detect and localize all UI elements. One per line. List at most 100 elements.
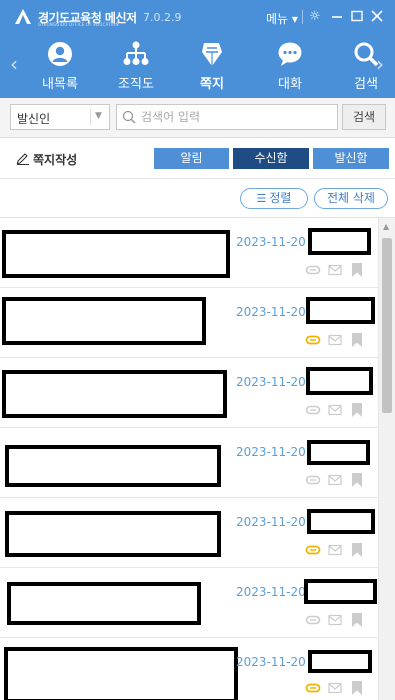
- main-nav: ‹ 내목록 조직도 쪽지 대화 검색 ›: [0, 32, 395, 98]
- message-row[interactable]: 2023-11-20: [0, 498, 378, 568]
- message-row-icons: [305, 472, 365, 488]
- nav-label: 조직도: [118, 77, 154, 92]
- list-scrollbar[interactable]: ▲: [378, 218, 395, 700]
- search-input[interactable]: [141, 108, 331, 126]
- message-row-icons: [305, 262, 365, 278]
- select-divider: [90, 109, 91, 125]
- delete-all-button[interactable]: 전체 삭제: [314, 188, 388, 209]
- message-date: 2023-11-20: [236, 655, 306, 669]
- tab-sent[interactable]: 발신함: [313, 148, 389, 169]
- message-row[interactable]: 2023-11-20: [0, 358, 378, 428]
- tab-inbox[interactable]: 수신함: [233, 148, 309, 169]
- message-sender-redacted: [306, 297, 375, 324]
- message-sender-redacted: [304, 579, 377, 604]
- note-toolbar: 쪽지작성 알림 수신함 발신함: [0, 139, 395, 179]
- pencil-icon: [16, 153, 29, 165]
- bookmark-icon[interactable]: [349, 332, 365, 348]
- bookmark-icon[interactable]: [349, 680, 365, 696]
- bookmark-icon[interactable]: [349, 402, 365, 418]
- message-row[interactable]: 2023-11-20: [0, 568, 378, 638]
- app-version: 7.0.2.9: [143, 11, 182, 24]
- nav-item-org-chart[interactable]: 조직도: [96, 40, 176, 92]
- sort-button[interactable]: ☰ 정렬: [240, 188, 308, 209]
- scroll-up-arrow-icon[interactable]: ▲: [383, 222, 389, 231]
- bookmark-icon[interactable]: [349, 262, 365, 278]
- attachment-icon: [305, 265, 321, 275]
- message-row-icons: [305, 402, 365, 418]
- scrollbar-thumb[interactable]: [382, 238, 392, 413]
- nav-label: 내목록: [42, 77, 78, 92]
- note-icon: [202, 43, 222, 66]
- sort-label: 정렬: [269, 191, 292, 205]
- attachment-icon: [305, 405, 321, 415]
- message-row[interactable]: 2023-11-20: [0, 428, 378, 498]
- message-subject-redacted: [2, 370, 227, 418]
- message-row[interactable]: 2023-11-20: [0, 218, 378, 288]
- message-date: 2023-11-20: [236, 585, 306, 599]
- message-sender-redacted: [308, 650, 372, 673]
- tab-notifications[interactable]: 알림: [154, 148, 229, 169]
- message-row[interactable]: 2023-11-20: [0, 288, 378, 358]
- nav-item-search[interactable]: 검색: [326, 40, 395, 92]
- message-list: 2023-11-20 2023-11-20 2023-11-20 2023-11…: [0, 218, 378, 700]
- message-subject-redacted: [4, 647, 238, 700]
- settings-gear-icon[interactable]: ☼: [309, 9, 321, 24]
- nav-item-chat[interactable]: 대화: [250, 40, 330, 92]
- message-date: 2023-11-20: [236, 445, 306, 459]
- nav-prev-arrow-icon[interactable]: ‹: [10, 52, 18, 76]
- envelope-icon: [328, 264, 342, 276]
- chevron-down-icon[interactable]: ▼: [95, 111, 102, 121]
- message-date: 2023-11-20: [236, 515, 306, 529]
- title-bar: 경기도교육청 메신저 GYEONGGIDO OFFICE OF EDUCATIO…: [0, 0, 395, 32]
- message-subject-redacted: [2, 297, 206, 345]
- message-date: 2023-11-20: [236, 375, 306, 389]
- envelope-icon: [328, 404, 342, 416]
- menu-button[interactable]: 메뉴 ▾: [266, 10, 298, 27]
- attachment-icon: [305, 545, 321, 555]
- attachment-icon: [305, 683, 321, 693]
- nav-label: 검색: [354, 77, 378, 92]
- message-sender-redacted: [308, 228, 371, 255]
- compose-label: 쪽지작성: [33, 153, 78, 167]
- sender-filter-value: 발신인: [17, 112, 51, 126]
- attachment-icon: [305, 475, 321, 485]
- message-sender-redacted: [306, 367, 373, 395]
- sender-filter-select[interactable]: 발신인 ▼: [10, 104, 110, 130]
- attachment-icon: [305, 335, 321, 345]
- maximize-icon[interactable]: [350, 9, 364, 23]
- message-subject-redacted: [5, 445, 221, 487]
- nav-next-arrow-icon[interactable]: ›: [376, 52, 384, 76]
- message-subject-redacted: [2, 230, 230, 278]
- message-subject-redacted: [7, 582, 201, 625]
- nav-item-notes[interactable]: 쪽지: [172, 40, 252, 92]
- minimize-icon[interactable]: [330, 9, 344, 23]
- bookmark-icon[interactable]: [349, 542, 365, 558]
- app-subname: GYEONGGIDO OFFICE OF EDUCATION: [38, 22, 119, 27]
- close-icon[interactable]: [370, 9, 384, 23]
- envelope-icon: [328, 614, 342, 626]
- message-date: 2023-11-20: [236, 305, 306, 319]
- envelope-icon: [328, 474, 342, 486]
- chat-icon: [278, 42, 302, 66]
- org-chart-icon: [123, 41, 149, 65]
- message-row[interactable]: 2023-11-20: [0, 638, 378, 700]
- message-row-icons: [305, 680, 365, 696]
- message-row-icons: [305, 332, 365, 348]
- message-row-icons: [305, 542, 365, 558]
- message-subject-redacted: [5, 511, 221, 557]
- search-button[interactable]: 검색: [342, 104, 386, 130]
- message-sender-redacted: [307, 440, 370, 465]
- message-row-icons: [305, 612, 365, 628]
- attachment-icon: [305, 615, 321, 625]
- bookmark-icon[interactable]: [349, 472, 365, 488]
- list-icon: ☰: [256, 192, 267, 205]
- sort-bar: ☰ 정렬 전체 삭제: [0, 180, 395, 218]
- envelope-icon: [328, 334, 342, 346]
- message-sender-redacted: [307, 509, 375, 534]
- search-bar: 발신인 ▼ 검색: [0, 98, 395, 138]
- search-input-box[interactable]: [116, 104, 338, 130]
- title-separator: [302, 10, 303, 24]
- nav-item-my-list[interactable]: 내목록: [20, 40, 100, 92]
- nav-label: 쪽지: [200, 77, 224, 92]
- bookmark-icon[interactable]: [349, 612, 365, 628]
